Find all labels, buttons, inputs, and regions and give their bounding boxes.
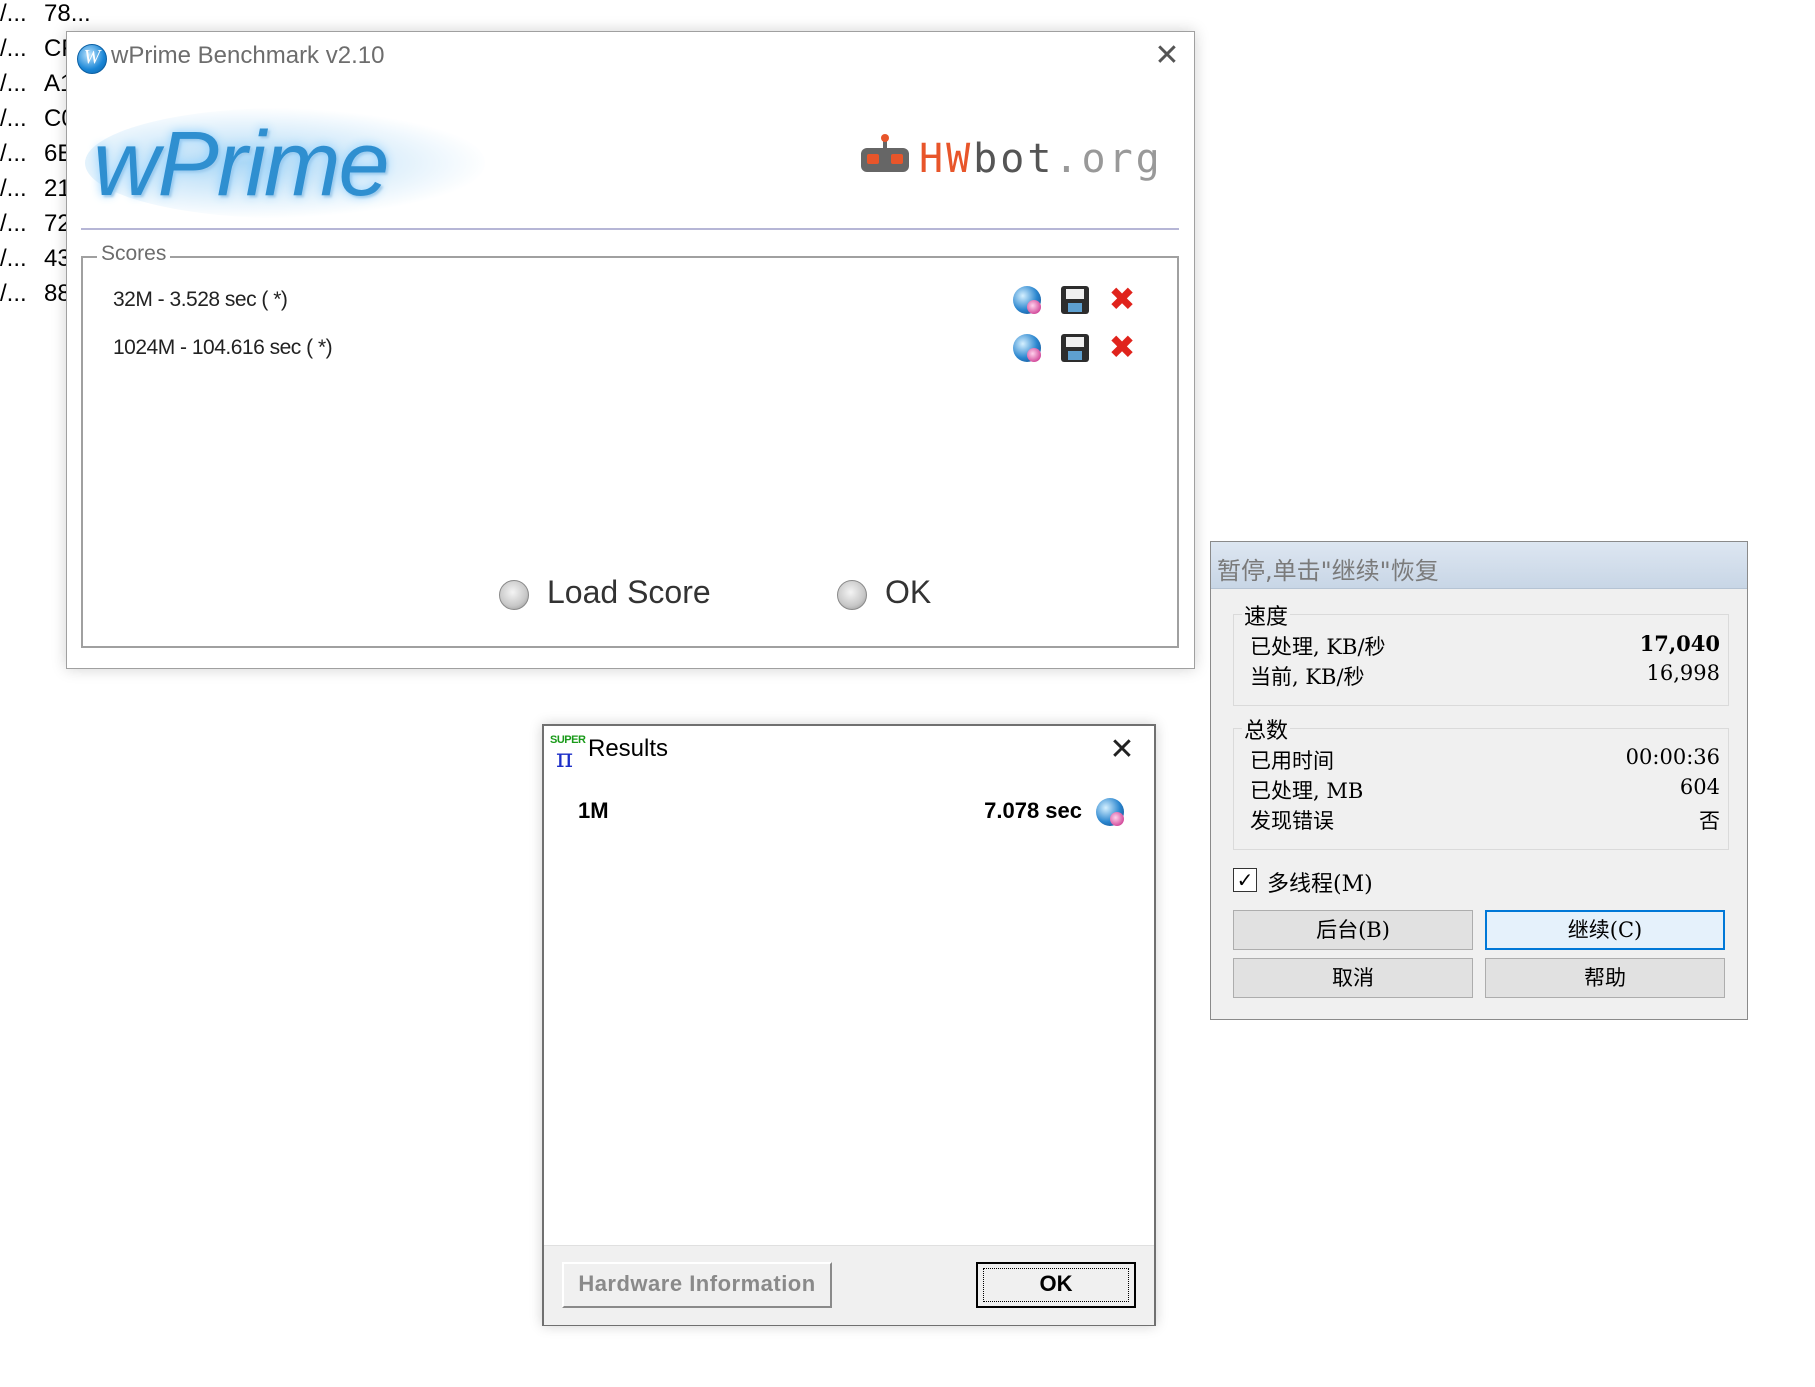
hardware-information-button[interactable]: Hardware Information <box>562 1262 832 1308</box>
separator <box>81 228 1179 230</box>
submit-globe-icon[interactable] <box>1096 798 1124 826</box>
close-icon[interactable]: ✕ <box>1149 38 1185 74</box>
result-time: 7.078 sec <box>984 798 1082 823</box>
save-icon[interactable] <box>1061 334 1089 362</box>
submit-globe-icon[interactable] <box>1013 334 1041 362</box>
elapsed-row: 已用时间 00:00:36 <box>1250 745 1720 773</box>
score-row: 32M - 3.528 sec ( *) ✖ <box>113 282 1143 322</box>
score-label: 32M - 3.528 sec ( *) <box>113 288 288 311</box>
hwbot-hw-text: HW <box>919 136 974 182</box>
radio-circle <box>837 580 867 610</box>
results-button-bar: Hardware Information OK <box>544 1245 1154 1325</box>
hwbot-robot-icon <box>861 134 909 172</box>
scores-legend: Scores <box>97 242 171 266</box>
checkmark-icon: ✓ <box>1233 868 1257 892</box>
speed-group: 速度 已处理, KB/秒 17,040 当前, KB/秒 16,998 <box>1233 599 1729 706</box>
load-score-radio[interactable]: Load Score <box>499 574 729 618</box>
delete-icon[interactable]: ✖ <box>1107 331 1137 363</box>
copy-dialog-title: 暂停,单击"继续"恢复 <box>1217 557 1439 585</box>
submit-globe-icon[interactable] <box>1013 286 1041 314</box>
help-button[interactable]: 帮助 <box>1485 958 1725 998</box>
copy-dialog: 暂停,单击"继续"恢复 速度 已处理, KB/秒 17,040 当前, KB/秒… <box>1210 541 1748 1020</box>
wprime-logo: wPrime <box>85 90 485 230</box>
continue-button[interactable]: 继续(C) <box>1485 910 1725 950</box>
speed-group-label: 速度 <box>1242 599 1291 631</box>
results-window: SUPER π Results ✕ 1M 7.078 sec Hardware … <box>542 724 1156 1326</box>
processed-mb-row: 已处理, MB 604 <box>1250 775 1720 803</box>
total-group-label: 总数 <box>1242 713 1291 745</box>
delete-icon[interactable]: ✖ <box>1107 283 1137 315</box>
cancel-button[interactable]: 取消 <box>1233 958 1473 998</box>
ok-button[interactable]: OK <box>976 1262 1136 1308</box>
results-title: Results <box>588 735 669 762</box>
multithread-label: 多线程(M) <box>1267 872 1373 897</box>
result-size: 1M <box>578 798 609 823</box>
load-score-label: Load Score <box>547 574 711 610</box>
copy-dialog-title-bar[interactable]: 暂停,单击"继续"恢复 <box>1211 542 1747 589</box>
total-group: 总数 已用时间 00:00:36 已处理, MB 604 发现错误 否 <box>1233 713 1729 850</box>
save-icon[interactable] <box>1061 286 1089 314</box>
window-title: wPrime Benchmark v2.10 <box>111 42 385 69</box>
ok-label: OK <box>885 574 932 610</box>
hwbot-logo[interactable]: HWbot.org <box>857 124 1187 188</box>
background-button[interactable]: 后台(B) <box>1233 910 1473 950</box>
processed-speed-row: 已处理, KB/秒 17,040 <box>1250 631 1720 659</box>
hwbot-bot-text: bot <box>973 136 1055 182</box>
scores-group: Scores 32M - 3.528 sec ( *) ✖ 1024M - 10… <box>81 242 1179 648</box>
result-row: 1M 7.078 sec <box>574 794 1124 830</box>
wprime-app-icon: W <box>77 44 107 74</box>
wprime-window: W wPrime Benchmark v2.10 ✕ wPrime HWbot.… <box>66 31 1195 669</box>
radio-circle <box>499 580 529 610</box>
current-speed-row: 当前, KB/秒 16,998 <box>1250 661 1720 689</box>
wprime-title-bar[interactable]: W wPrime Benchmark v2.10 ✕ <box>67 32 1194 82</box>
score-label: 1024M - 104.616 sec ( *) <box>113 336 333 359</box>
results-title-bar[interactable]: SUPER π Results ✕ <box>544 726 1154 774</box>
ok-radio[interactable]: OK <box>837 574 957 618</box>
close-icon[interactable]: ✕ <box>1102 730 1142 770</box>
superpi-icon: SUPER π <box>550 734 586 774</box>
score-row: 1024M - 104.616 sec ( *) ✖ <box>113 330 1143 370</box>
errors-row: 发现错误 否 <box>1250 809 1720 833</box>
hwbot-org-text: .org <box>1054 136 1163 182</box>
